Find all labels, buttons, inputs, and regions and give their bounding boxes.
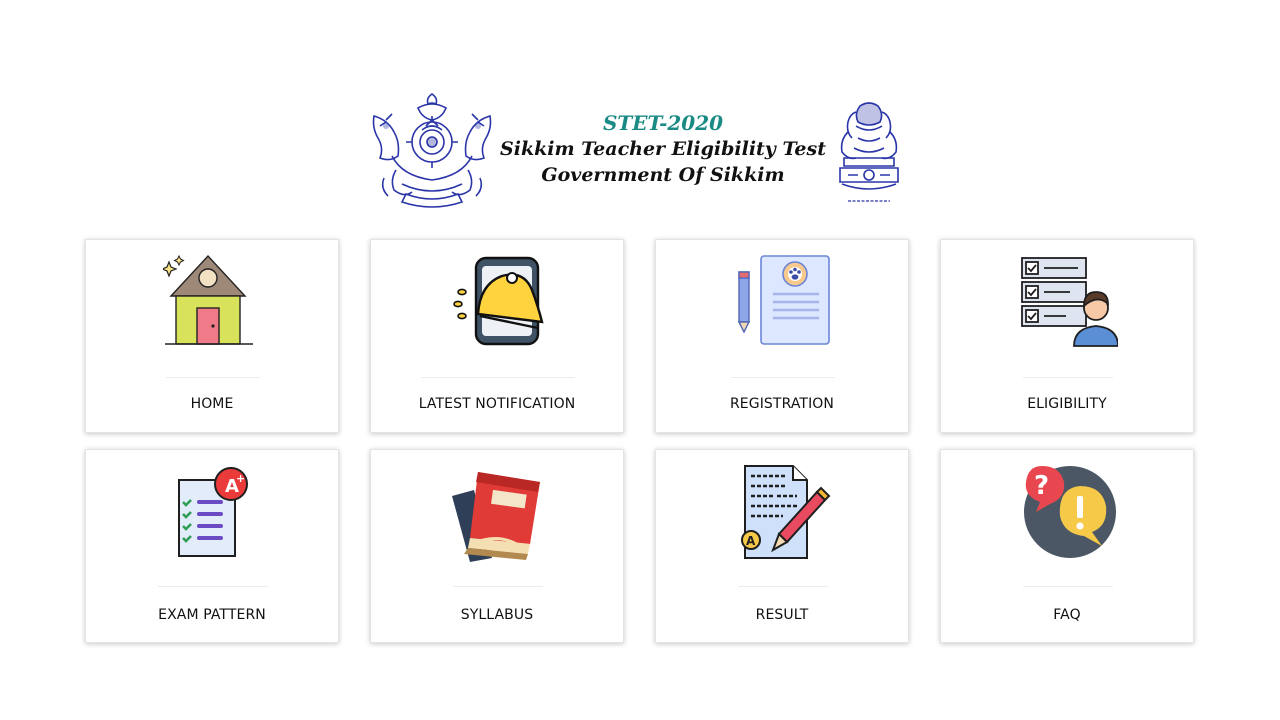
page: STET-2020 Sikkim Teacher Eligibility Tes…	[0, 0, 1280, 720]
question-exclamation-icon: ?	[1018, 462, 1118, 562]
national-emblem-logo	[839, 102, 899, 202]
card-label-exam-pattern: EXAM PATTERN	[158, 607, 266, 623]
header: STET-2020 Sikkim Teacher Eligibility Tes…	[0, 84, 1280, 214]
card-divider	[166, 377, 260, 378]
checklist-person-icon	[1018, 252, 1118, 352]
card-label-faq: FAQ	[1053, 607, 1081, 623]
card-faq[interactable]: ? FAQ	[940, 449, 1194, 643]
svg-text:A: A	[746, 534, 756, 548]
card-syllabus[interactable]: SYLLABUS	[370, 449, 624, 643]
title-test-name: Sikkim Teacher Eligibility Test	[500, 138, 826, 160]
card-label-latest-notification: LATEST NOTIFICATION	[418, 396, 576, 412]
card-divider	[1023, 586, 1113, 587]
card-exam-pattern[interactable]: A + EXAM PATTERN	[85, 449, 339, 643]
svg-text:+: +	[236, 472, 245, 485]
books-icon	[448, 462, 548, 562]
card-divider	[421, 377, 575, 378]
card-divider	[158, 586, 268, 587]
card-divider	[731, 377, 835, 378]
site-title: STET-2020 Sikkim Teacher Eligibility Tes…	[500, 110, 826, 188]
card-divider	[453, 586, 543, 587]
phone-bell-icon	[448, 252, 548, 352]
card-label-syllabus: SYLLABUS	[460, 607, 534, 623]
card-home[interactable]: HOME	[85, 239, 339, 433]
card-eligibility[interactable]: ELIGIBILITY	[940, 239, 1194, 433]
title-stet: STET-2020	[602, 111, 724, 135]
sikkim-emblem-logo	[372, 93, 492, 208]
graded-checklist-icon: A +	[163, 462, 263, 562]
card-label-result: RESULT	[755, 607, 809, 623]
card-divider	[738, 586, 828, 587]
card-label-eligibility: ELIGIBILITY	[1027, 396, 1107, 412]
card-registration[interactable]: REGISTRATION	[655, 239, 909, 433]
svg-text:?: ?	[1034, 471, 1049, 501]
title-government: Government Of Sikkim	[541, 164, 785, 186]
card-latest-notification[interactable]: LATEST NOTIFICATION	[370, 239, 624, 433]
card-label-home: HOME	[190, 396, 234, 412]
result-sheet-pen-icon: A	[733, 462, 833, 562]
house-icon	[163, 252, 263, 352]
card-result[interactable]: A RESULT	[655, 449, 909, 643]
card-divider	[1023, 377, 1113, 378]
card-label-registration: REGISTRATION	[729, 396, 834, 412]
menu-grid: HOME LATEST NOTIFICATION REGISTRATION EL…	[85, 239, 1196, 644]
form-pencil-icon	[733, 252, 833, 352]
